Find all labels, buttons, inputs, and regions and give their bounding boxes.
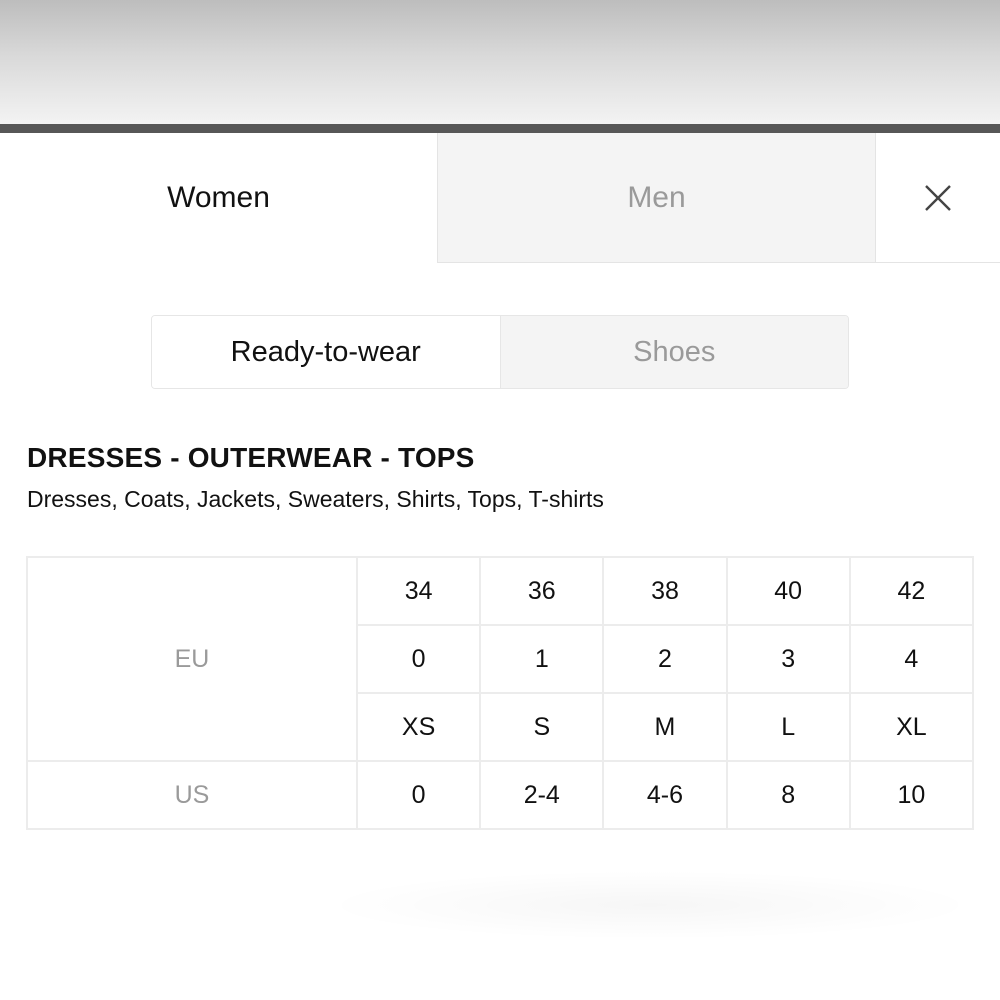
section-subtitle: Dresses, Coats, Jackets, Sweaters, Shirt…: [27, 486, 604, 512]
size-cell: 38: [602, 556, 728, 626]
size-cell: L: [725, 692, 851, 762]
eu-region-label: EU: [26, 556, 358, 762]
size-guide-page: Women Men Ready-to-wear Shoes DRESSES - …: [0, 0, 1000, 1000]
size-cell: 0: [355, 760, 482, 830]
table-row: US 0 2-4 4-6 8 10: [26, 760, 975, 830]
section-title: DRESSES - OUTERWEAR - TOPS: [27, 442, 475, 473]
size-cell: 2-4: [479, 760, 605, 830]
tab-ready-to-wear[interactable]: Ready-to-wear: [152, 316, 500, 388]
size-cell: 42: [848, 556, 975, 626]
table-row: EU 34 36 38 40 42: [26, 556, 975, 762]
background-shadow: [320, 870, 980, 940]
tab-shoes[interactable]: Shoes: [499, 316, 848, 388]
size-cell: M: [602, 692, 728, 762]
size-cell: XS: [355, 692, 482, 762]
close-icon: [925, 184, 951, 211]
close-button[interactable]: [875, 133, 1000, 263]
header-backdrop: [0, 0, 1000, 124]
category-toggle: Ready-to-wear Shoes: [151, 315, 849, 389]
size-cell: 40: [725, 556, 851, 626]
tab-men[interactable]: Men: [437, 133, 875, 263]
header-divider: [0, 124, 1000, 133]
size-cell: 10: [848, 760, 975, 830]
size-cell: 4-6: [602, 760, 728, 830]
size-cell: 1: [479, 624, 605, 694]
size-cell: 3: [725, 624, 851, 694]
tab-women[interactable]: Women: [0, 133, 437, 263]
size-cell: S: [479, 692, 605, 762]
size-cell: 36: [479, 556, 605, 626]
size-cell: 0: [355, 624, 482, 694]
us-region-label: US: [26, 760, 358, 830]
size-cell: 4: [848, 624, 975, 694]
gender-tabs: Women Men: [0, 133, 1000, 264]
size-chart-table: EU 34 36 38 40 42 0 1 2 3 4 XS S M L XL: [26, 556, 975, 830]
size-cell: 8: [725, 760, 851, 830]
size-cell: 2: [602, 624, 728, 694]
size-cell: 34: [355, 556, 482, 626]
size-cell: XL: [848, 692, 975, 762]
